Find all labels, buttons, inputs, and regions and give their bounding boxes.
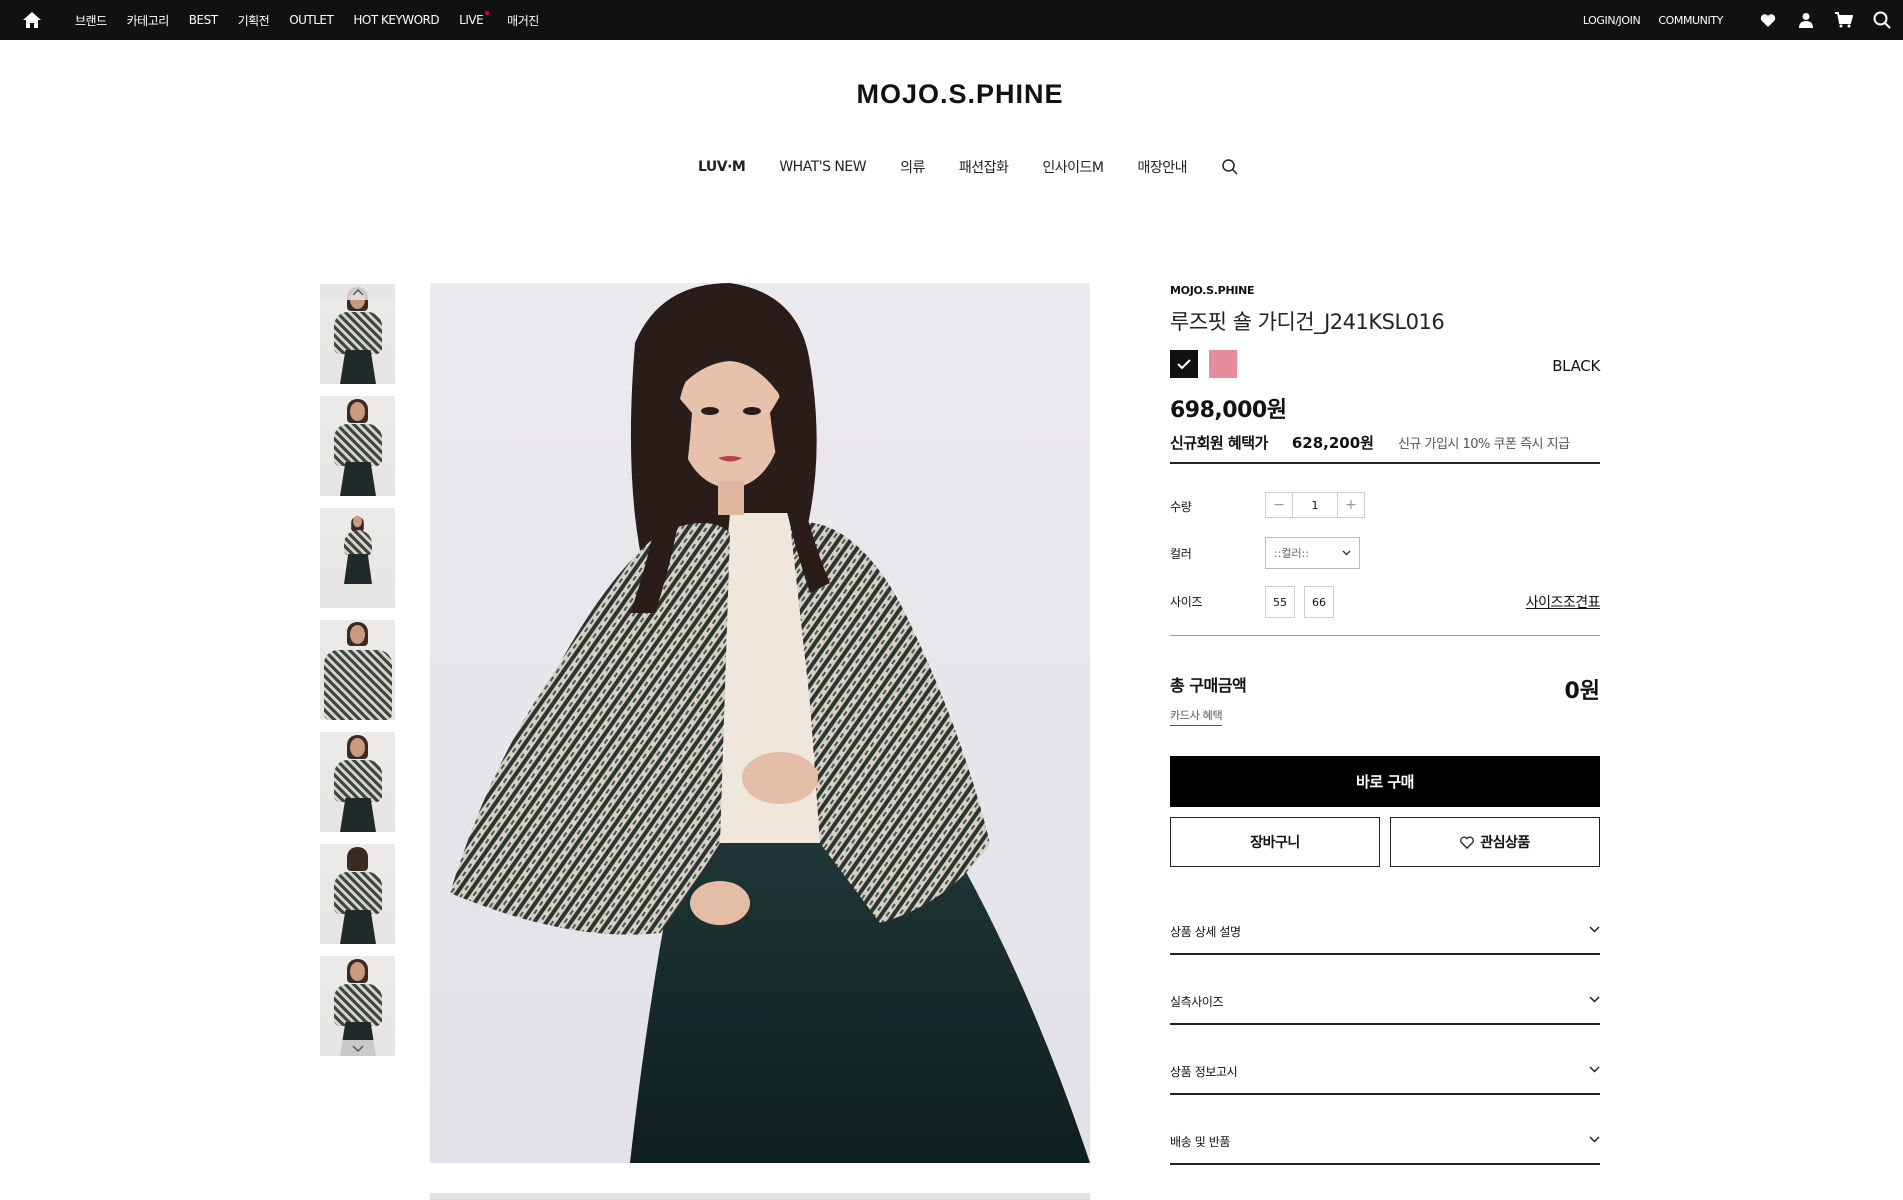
topnav-brand[interactable]: 브랜드 [75, 12, 107, 29]
product-second-image[interactable] [430, 1193, 1090, 1200]
options-panel: 수량 − 1 + 컬러 ::컬러:: 사이즈 55 66 사이즈조견표 [1170, 492, 1601, 636]
product-brand[interactable]: MOJO.S.PHINE [1170, 284, 1600, 297]
swatch-pink[interactable] [1209, 350, 1237, 378]
swatch-black[interactable] [1170, 350, 1198, 378]
top-bar: 브랜드 카테고리 BEST 기획전 OUTLET HOT KEYWORD LIV… [0, 0, 1903, 40]
selected-color-name: BLACK [1552, 357, 1600, 375]
color-select-value: ::컬러:: [1274, 547, 1310, 560]
topnav-exhibition[interactable]: 기획전 [238, 12, 270, 29]
topnav-magazine[interactable]: 매거진 [507, 12, 539, 29]
top-right-menu: LOGIN/JOIN COMMUNITY [1583, 0, 1893, 40]
secondary-actions: 장바구니 관심상품 [1170, 817, 1600, 867]
nav-whats-new[interactable]: WHAT'S NEW [779, 159, 866, 175]
nav-inside-m[interactable]: 인사이드M [1042, 157, 1104, 177]
community-link[interactable]: COMMUNITY [1658, 14, 1723, 27]
thumbnail-3[interactable] [320, 508, 395, 608]
add-to-cart-label: 장바구니 [1250, 835, 1300, 851]
heart-outline-icon [1460, 835, 1475, 849]
size-55-button[interactable]: 55 [1265, 586, 1295, 618]
accordion-measured-size[interactable]: 실측사이즈 [1170, 955, 1600, 1025]
thumbnail-6[interactable] [320, 844, 395, 944]
search-icon[interactable] [1871, 9, 1893, 31]
thumbnail-2[interactable] [320, 396, 395, 496]
qty-label: 수량 [1170, 500, 1192, 514]
login-join-link[interactable]: LOGIN/JOIN [1583, 14, 1641, 27]
nav-store-info[interactable]: 매장안내 [1138, 157, 1188, 177]
total-value: 0원 [1564, 679, 1600, 704]
main-nav: LUV·M WHAT'S NEW 의류 패션잡화 인사이드M 매장안내 [0, 157, 1903, 177]
chevron-down-icon [1589, 1066, 1600, 1073]
add-to-cart-button[interactable]: 장바구니 [1170, 817, 1380, 867]
member-price: 628,200원 [1291, 434, 1374, 452]
color-label: 컬러 [1170, 547, 1192, 561]
user-icon[interactable] [1795, 9, 1817, 31]
chevron-down-icon [1589, 1136, 1600, 1143]
total-label: 총 구매금액 [1170, 676, 1247, 695]
home-icon[interactable] [22, 11, 42, 29]
nav-search-icon[interactable] [1221, 158, 1239, 176]
accordion-shipping-returns-label: 배송 및 반품 [1170, 1135, 1231, 1149]
total-section: 총 구매금액 0원 카드사 혜택 [1170, 636, 1600, 736]
size-chart-link[interactable]: 사이즈조견표 [1526, 592, 1601, 612]
product-name: 루즈핏 숄 가디건_J241KSL016 [1170, 310, 1445, 334]
chevron-down-icon [1589, 926, 1600, 933]
buy-now-button[interactable]: 바로 구매 [1170, 756, 1600, 807]
member-note: 신규 가입시 10% 쿠폰 즉시 지급 [1397, 437, 1570, 452]
chevron-down-icon [1589, 996, 1600, 1003]
product-price: 698,000원 [1170, 398, 1287, 423]
wishlist-label: 관심상품 [1480, 835, 1530, 851]
topnav-live[interactable]: LIVE [459, 11, 490, 27]
member-price-label: 신규회원 혜택가 [1170, 434, 1268, 452]
thumbnail-down-arrow[interactable] [320, 1040, 395, 1056]
quantity-stepper: − 1 + [1265, 492, 1365, 518]
thumbnail-4[interactable] [320, 620, 395, 720]
product-main-image[interactable] [430, 283, 1090, 1163]
product-info: MOJO.S.PHINE 루즈핏 숄 가디건_J241KSL016 BLACK … [1170, 284, 1601, 1165]
check-icon [1177, 358, 1191, 369]
product-accordion: 상품 상세 설명 실측사이즈 상품 정보고시 배송 및 반품 [1170, 885, 1600, 1165]
topnav-hot-keyword[interactable]: HOT KEYWORD [353, 13, 439, 27]
size-label: 사이즈 [1170, 595, 1203, 609]
size-66-button[interactable]: 66 [1304, 586, 1334, 618]
accordion-product-info-label: 상품 정보고시 [1170, 1065, 1238, 1079]
topnav-category[interactable]: 카테고리 [127, 12, 170, 29]
qty-minus-button[interactable]: − [1266, 493, 1292, 517]
color-swatches: BLACK [1170, 350, 1600, 379]
cart-icon[interactable] [1833, 9, 1855, 31]
nav-clothing[interactable]: 의류 [900, 157, 925, 177]
card-benefit-link[interactable]: 카드사 혜택 [1170, 707, 1223, 726]
heart-icon[interactable] [1757, 9, 1779, 31]
site-logo[interactable]: MOJO.S.PHINE [0, 79, 1903, 110]
chevron-down-icon [1342, 550, 1351, 556]
color-select[interactable]: ::컬러:: [1265, 537, 1360, 569]
thumbnail-list [320, 284, 396, 1057]
accordion-detail[interactable]: 상품 상세 설명 [1170, 885, 1600, 955]
accordion-product-info[interactable]: 상품 정보고시 [1170, 1025, 1600, 1095]
accordion-measured-size-label: 실측사이즈 [1170, 995, 1224, 1009]
top-nav: 브랜드 카테고리 BEST 기획전 OUTLET HOT KEYWORD LIV… [75, 0, 559, 40]
nav-luvm[interactable]: LUV·M [698, 159, 746, 175]
thumbnail-5[interactable] [320, 732, 395, 832]
accordion-shipping-returns[interactable]: 배송 및 반품 [1170, 1095, 1600, 1165]
wishlist-button[interactable]: 관심상품 [1390, 817, 1600, 867]
thumbnail-up-arrow[interactable] [320, 284, 395, 300]
topnav-best[interactable]: BEST [189, 13, 218, 27]
topnav-outlet[interactable]: OUTLET [289, 13, 334, 27]
qty-input[interactable]: 1 [1292, 493, 1338, 517]
accordion-detail-label: 상품 상세 설명 [1170, 925, 1241, 939]
member-price-row: 신규회원 혜택가 628,200원 신규 가입시 10% 쿠폰 즉시 지급 [1170, 432, 1600, 464]
nav-accessories[interactable]: 패션잡화 [959, 157, 1009, 177]
qty-plus-button[interactable]: + [1338, 493, 1364, 517]
